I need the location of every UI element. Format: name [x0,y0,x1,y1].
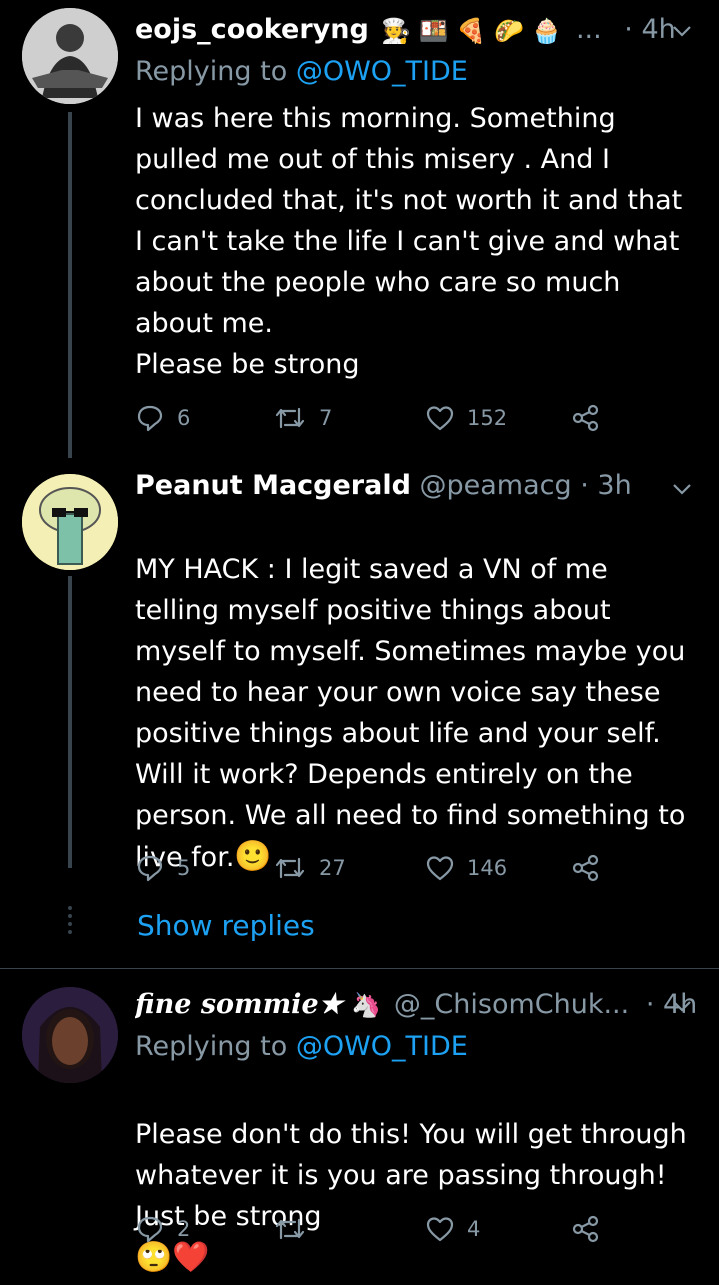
share-button[interactable] [571,848,601,888]
display-name[interactable]: fine sommie★ [135,989,343,1020]
tweet-text: MY HACK : I legit saved a VN of me telli… [135,508,705,878]
reply-icon [137,1216,163,1243]
display-name[interactable]: eojs_cookeryng [135,14,369,45]
tweet-3[interactable]: fine sommie★ 🦄 @_ChisomChuk... · 4h Repl… [0,969,719,1285]
avatar[interactable] [22,474,118,570]
tweet-2[interactable]: Peanut Macgerald @peamacg · 3h MY HACK :… [0,458,719,968]
retweet-icon [275,857,305,879]
avatar[interactable] [22,8,118,104]
like-icon [426,856,454,881]
tweet-actions: 6 7 152 [135,398,615,438]
retweet-count: 27 [319,856,346,880]
retweet-icon [275,407,305,429]
tweet-header: eojs_cookeryng 🧑‍🍳 🍱 🍕 🌮 🧁 ... · 4h [135,12,699,48]
reply-button[interactable]: 6 [135,398,190,438]
tweet-text-body: MY HACK : I legit saved a VN of me telli… [135,554,686,873]
reply-button[interactable]: 2 [135,1209,190,1249]
thread-line [68,576,72,868]
display-name[interactable]: Peanut Macgerald [135,470,411,501]
chevron-down-icon[interactable] [671,478,693,500]
name-ellipsis: ... [575,14,602,45]
avatar[interactable] [22,987,118,1083]
share-icon [572,854,599,882]
thread-dots [67,906,73,938]
like-count: 146 [467,856,508,880]
tweet-time[interactable]: · 4h [624,14,675,45]
chevron-down-icon[interactable] [671,20,693,42]
retweet-button[interactable]: 27 [273,848,346,888]
tweet-actions: 2 4 [135,1209,615,1249]
like-button[interactable]: 146 [425,848,507,888]
user-handle[interactable]: @peamacg [420,470,572,501]
reply-count: 5 [177,856,191,880]
tweet-header: Peanut Macgerald @peamacg · 3h [135,468,699,504]
share-icon [572,404,599,432]
retweet-count: 7 [319,406,333,430]
chevron-down-icon[interactable] [671,995,693,1017]
user-handle[interactable]: @_ChisomChuk... [394,989,629,1020]
unicorn-emoji: 🦄 [351,991,382,1019]
reply-count: 2 [177,1217,191,1241]
reply-button[interactable]: 5 [135,848,190,888]
tweet-actions: 5 27 146 [135,848,615,888]
replying-to: Replying to @OWO_TIDE [135,54,468,90]
like-icon [426,1217,454,1242]
share-button[interactable] [571,398,601,438]
name-emojis: 🧑‍🍳 🍱 🍕 🌮 🧁 [381,16,562,45]
replying-label: Replying to [135,1031,288,1062]
share-icon [572,1215,599,1243]
reply-count: 6 [177,406,191,430]
mention-link[interactable]: @OWO_TIDE [296,56,468,87]
tweet-1[interactable]: eojs_cookeryng 🧑‍🍳 🍱 🍕 🌮 🧁 ... · 4h Repl… [0,0,719,458]
like-button[interactable]: 4 [425,1209,480,1249]
reply-icon [137,405,163,432]
like-count: 152 [467,406,508,430]
share-button[interactable] [571,1209,601,1249]
tweet-time[interactable]: · 3h [580,470,631,501]
retweet-button[interactable] [273,1209,319,1249]
like-button[interactable]: 152 [425,398,507,438]
thread-line [68,112,72,458]
mention-link[interactable]: @OWO_TIDE [296,1031,468,1062]
like-count: 4 [467,1217,481,1241]
show-replies-link[interactable]: Show replies [137,907,315,945]
retweet-icon [275,1218,305,1240]
retweet-button[interactable]: 7 [273,398,332,438]
like-icon [426,406,454,431]
replying-to: Replying to @OWO_TIDE [135,1029,468,1065]
reply-icon [137,855,163,882]
tweet-text: I was here this morning. Something pulle… [135,103,683,380]
replying-label: Replying to [135,56,288,87]
tweet-header: fine sommie★ 🦄 @_ChisomChuk... · 4h [135,987,699,1023]
